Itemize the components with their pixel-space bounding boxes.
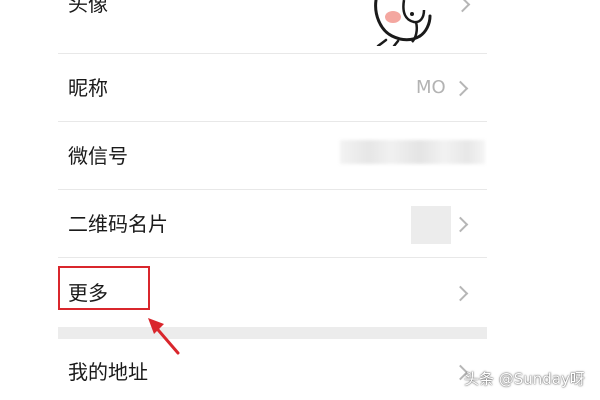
- nickname-row-label: 昵称: [68, 76, 108, 100]
- address-row-label: 我的地址: [68, 360, 148, 384]
- qr-code-row-label: 二维码名片: [68, 212, 168, 236]
- right-margin: [487, 0, 600, 400]
- wechat-id-value-blurred: [340, 140, 485, 164]
- profile-settings-list: 头像 昵称 MO 微信号 二维码名片 更多 我的地址: [0, 0, 487, 400]
- nickname-value: MO: [416, 77, 446, 98]
- wechat-profile-screen: 头像 昵称 MO 微信号 二维码名片 更多 我的地址 头条 @Sunday呀: [0, 0, 600, 400]
- address-row[interactable]: 我的地址: [0, 339, 487, 400]
- qr-code-thumbnail: [411, 206, 451, 244]
- watermark-text: 头条 @Sunday呀: [464, 370, 585, 388]
- chevron-right-icon: [452, 80, 469, 97]
- avatar-image: [374, 0, 432, 46]
- annotation-highlight-box: [58, 266, 150, 310]
- wechat-id-row-label: 微信号: [68, 144, 128, 168]
- annotation-arrow-icon: [148, 318, 180, 355]
- chevron-right-icon: [452, 285, 469, 302]
- chevron-right-icon: [454, 0, 471, 13]
- chevron-right-icon: [452, 216, 469, 233]
- section-gap: [58, 327, 487, 339]
- avatar-row-label: 头像: [68, 0, 108, 16]
- nickname-row[interactable]: 昵称 MO: [0, 54, 487, 122]
- avatar-row[interactable]: 头像: [0, 0, 487, 54]
